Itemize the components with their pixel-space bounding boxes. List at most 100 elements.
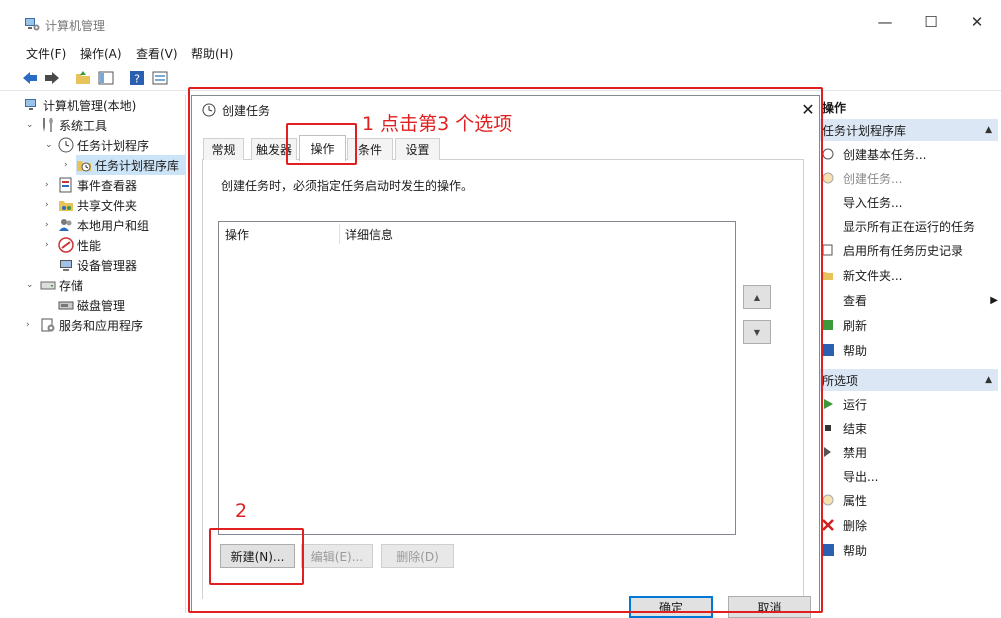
expand-chevron-icon[interactable]: › bbox=[26, 315, 36, 335]
menu-view[interactable]: 查看(V) bbox=[136, 45, 178, 62]
collapse-up-icon[interactable]: ▲ bbox=[985, 125, 992, 135]
new-folder-icon bbox=[822, 269, 834, 281]
action-label: 结束 bbox=[843, 421, 868, 436]
menu-help[interactable]: 帮助(H) bbox=[191, 45, 233, 62]
tree-item-disk-management[interactable]: 磁盘管理 bbox=[58, 295, 125, 315]
expand-chevron-icon[interactable]: › bbox=[64, 155, 74, 175]
action-label: 属性 bbox=[843, 493, 868, 508]
action-delete[interactable]: 删除 bbox=[822, 515, 867, 535]
action-label: 启用所有任务历史记录 bbox=[843, 243, 964, 258]
stop-icon bbox=[822, 422, 834, 434]
action-import-task[interactable]: 导入任务... bbox=[822, 192, 902, 212]
tree-label: 本地用户和组 bbox=[77, 218, 150, 233]
action-run[interactable]: 运行 bbox=[822, 394, 867, 414]
window-title: 计算机管理 bbox=[45, 19, 106, 33]
action-refresh[interactable]: 刷新 bbox=[822, 315, 867, 335]
maximize-button[interactable]: ☐ bbox=[908, 8, 954, 36]
services-icon bbox=[40, 317, 56, 333]
tree-item-services[interactable]: 服务和应用程序 bbox=[40, 315, 143, 335]
properties-icon[interactable] bbox=[150, 68, 170, 88]
tools-icon bbox=[40, 117, 56, 133]
import-icon bbox=[822, 196, 834, 208]
actions-section-selected[interactable]: 所选项 ▲ bbox=[818, 369, 998, 391]
actions-section-library[interactable]: 任务计划程序库 ▲ bbox=[818, 119, 998, 141]
shared-folder-icon bbox=[58, 197, 74, 213]
menu-action[interactable]: 操作(A) bbox=[80, 45, 122, 62]
collapse-chevron-icon[interactable]: ⌄ bbox=[26, 275, 36, 295]
action-end[interactable]: 结束 bbox=[822, 418, 867, 438]
help-icon bbox=[822, 344, 834, 356]
submenu-arrow-icon: ▶ bbox=[990, 294, 998, 306]
action-label: 创建任务... bbox=[843, 171, 903, 186]
title-bar bbox=[0, 0, 1001, 40]
collapse-up-icon[interactable]: ▲ bbox=[985, 375, 992, 385]
action-label: 帮助 bbox=[843, 343, 868, 358]
action-label: 禁用 bbox=[843, 445, 868, 460]
folder-clock-icon bbox=[76, 157, 92, 173]
action-view[interactable]: 查看 ▶ bbox=[822, 290, 998, 310]
refresh-icon bbox=[822, 319, 834, 331]
show-hide-tree-icon[interactable] bbox=[96, 68, 116, 88]
expand-chevron-icon[interactable]: › bbox=[45, 175, 55, 195]
action-properties[interactable]: 属性 bbox=[822, 490, 867, 510]
collapse-chevron-icon[interactable]: ⌄ bbox=[45, 135, 55, 155]
tree-item-system-tools[interactable]: 系统工具 bbox=[40, 115, 107, 135]
action-label: 删除 bbox=[843, 518, 868, 533]
event-viewer-icon bbox=[58, 177, 74, 193]
create-task-icon bbox=[822, 172, 834, 184]
annotation-step2-text: 2 bbox=[235, 500, 248, 522]
expand-chevron-icon[interactable]: › bbox=[45, 235, 55, 255]
minimize-button[interactable]: — bbox=[862, 8, 908, 36]
collapse-chevron-icon[interactable]: ⌄ bbox=[26, 115, 36, 135]
history-icon bbox=[822, 244, 834, 256]
close-window-button[interactable]: ✕ bbox=[954, 8, 1000, 36]
action-label: 刷新 bbox=[843, 318, 868, 333]
action-label: 运行 bbox=[843, 397, 868, 412]
properties-icon bbox=[822, 494, 834, 506]
action-help-selected[interactable]: 帮助 bbox=[822, 540, 867, 560]
action-create-task[interactable]: 创建任务... bbox=[822, 168, 902, 188]
section-label: 任务计划程序库 bbox=[822, 123, 907, 138]
menu-file[interactable]: 文件(F) bbox=[26, 45, 66, 62]
action-help[interactable]: 帮助 bbox=[822, 340, 867, 360]
action-label: 导入任务... bbox=[843, 195, 903, 210]
tree-item-shared-folders[interactable]: 共享文件夹 bbox=[58, 195, 137, 215]
back-arrow-icon[interactable] bbox=[20, 68, 40, 88]
tree-item-task-library[interactable]: 任务计划程序库 bbox=[76, 155, 186, 175]
annotation-step1-text: 1 点击第3 个选项 bbox=[362, 113, 513, 135]
tree-label: 存储 bbox=[59, 278, 84, 293]
action-show-running[interactable]: 显示所有正在运行的任务 bbox=[822, 216, 975, 236]
svg-text:?: ? bbox=[134, 73, 140, 86]
tree-item-local-users[interactable]: 本地用户和组 bbox=[58, 215, 149, 235]
tree-label: 任务计划程序库 bbox=[95, 158, 180, 173]
expand-chevron-icon[interactable]: › bbox=[45, 215, 55, 235]
device-manager-icon bbox=[58, 257, 74, 273]
tree-label: 服务和应用程序 bbox=[59, 318, 144, 333]
actions-header: 操作 bbox=[822, 101, 847, 115]
tree-label: 性能 bbox=[77, 238, 102, 253]
computer-management-icon bbox=[24, 16, 40, 32]
tree-item-storage[interactable]: 存储 bbox=[40, 275, 83, 295]
action-enable-history[interactable]: 启用所有任务历史记录 bbox=[822, 240, 963, 260]
computer-management-icon bbox=[24, 97, 40, 113]
action-label: 导出... bbox=[843, 469, 879, 484]
forward-arrow-icon[interactable] bbox=[42, 68, 62, 88]
tree-item-event-viewer[interactable]: 事件查看器 bbox=[58, 175, 137, 195]
tree-item-task-scheduler[interactable]: 任务计划程序 bbox=[58, 135, 149, 155]
action-new-folder[interactable]: 新文件夹... bbox=[822, 265, 902, 285]
action-disable[interactable]: 禁用 bbox=[822, 442, 867, 462]
disk-icon bbox=[58, 297, 74, 313]
expand-chevron-icon[interactable]: › bbox=[45, 195, 55, 215]
action-export[interactable]: 导出... bbox=[822, 466, 878, 486]
action-create-basic-task[interactable]: 创建基本任务... bbox=[822, 144, 926, 164]
annotation-new-button-box bbox=[209, 528, 304, 585]
tree-item-performance[interactable]: 性能 bbox=[58, 235, 101, 255]
tree-item-root[interactable]: 计算机管理(本地) bbox=[24, 95, 136, 115]
delete-x-icon bbox=[822, 519, 834, 531]
tree-item-device-manager[interactable]: 设备管理器 bbox=[58, 255, 137, 275]
tree-label: 磁盘管理 bbox=[77, 298, 126, 313]
action-label: 查看 bbox=[843, 293, 868, 308]
tree-label: 共享文件夹 bbox=[77, 198, 138, 213]
up-folder-icon[interactable] bbox=[73, 68, 93, 88]
help-icon[interactable]: ? bbox=[127, 68, 147, 88]
